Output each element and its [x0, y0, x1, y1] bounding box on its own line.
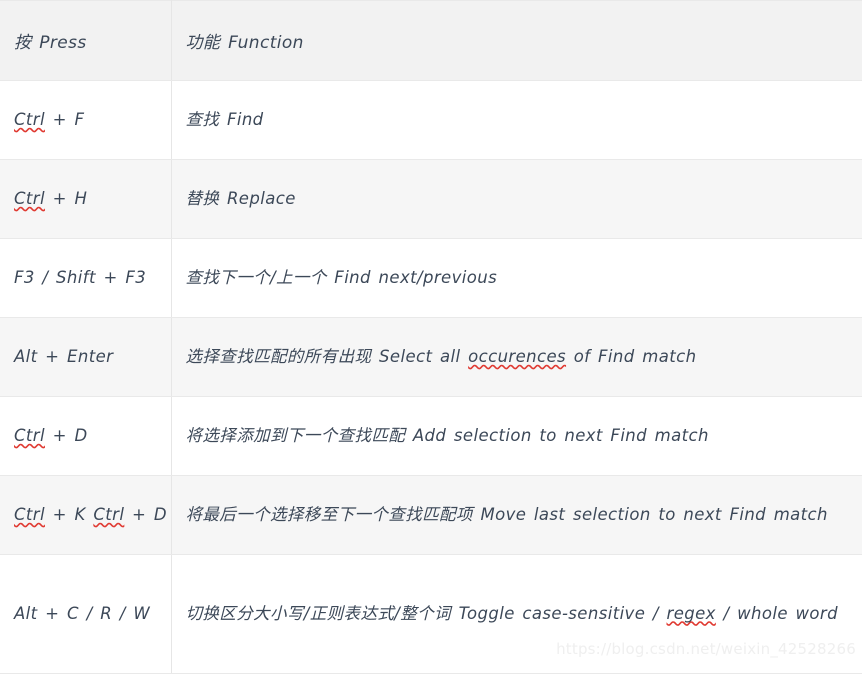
- shortcut-function-cell: 切换区分大小写/正则表达式/整个词 Toggle case-sensitive …: [171, 554, 862, 674]
- misspelled-word: Ctrl: [14, 426, 45, 446]
- shortcut-keys-cell: Ctrl + H: [0, 159, 172, 239]
- shortcut-keys-cell: Ctrl + K Ctrl + D: [0, 475, 172, 555]
- shortcut-key-text-mid: + K: [44, 505, 94, 525]
- column-header-press: 按 Press: [0, 0, 172, 81]
- table-row: Ctrl + F 查找 Find: [0, 80, 862, 160]
- shortcut-function-cell: 将选择添加到下一个查找匹配 Add selection to next Find…: [171, 396, 862, 476]
- shortcut-key-text: Alt + Enter: [14, 347, 114, 367]
- function-text: 替换 Replace: [185, 189, 296, 209]
- shortcut-function-cell: 选择查找匹配的所有出现 Select all occurences of Fin…: [171, 317, 862, 397]
- table-body: Ctrl + F 查找 Find Ctrl + H 替换 Replace F3 …: [0, 80, 862, 674]
- function-text-suffix: / whole word: [715, 603, 838, 623]
- shortcut-keys-cell: Alt + C / R / W: [0, 554, 172, 674]
- table-row: Alt + C / R / W 切换区分大小写/正则表达式/整个词 Toggle…: [0, 554, 862, 674]
- misspelled-word: Ctrl: [14, 189, 45, 209]
- table-row: Ctrl + D 将选择添加到下一个查找匹配 Add selection to …: [0, 396, 862, 476]
- shortcut-function-cell: 替换 Replace: [171, 159, 862, 239]
- function-text: 将选择添加到下一个查找匹配 Add selection to next Find…: [185, 426, 709, 446]
- misspelled-word: Ctrl: [14, 110, 45, 130]
- table-row: Alt + Enter 选择查找匹配的所有出现 Select all occur…: [0, 317, 862, 397]
- table-row: F3 / Shift + F3 查找下一个/上一个 Find next/prev…: [0, 238, 862, 318]
- table-row: Ctrl + H 替换 Replace: [0, 159, 862, 239]
- function-text: 查找 Find: [185, 110, 264, 130]
- shortcut-key-text-suffix: + F: [44, 110, 85, 130]
- function-text-suffix: of Find match: [566, 347, 697, 367]
- function-text: 查找下一个/上一个 Find next/previous: [185, 268, 498, 288]
- shortcut-key-text-suffix: + D: [44, 426, 88, 446]
- shortcut-function-cell: 查找 Find: [171, 80, 862, 160]
- keyboard-shortcuts-table: 按 Press 功能 Function Ctrl + F 查找 Find Ctr…: [0, 0, 862, 674]
- function-text: 将最后一个选择移至下一个查找匹配项 Move last selection to…: [185, 505, 828, 525]
- shortcut-function-cell: 查找下一个/上一个 Find next/previous: [171, 238, 862, 318]
- shortcut-function-cell: 将最后一个选择移至下一个查找匹配项 Move last selection to…: [171, 475, 862, 555]
- shortcut-key-text: Alt + C / R / W: [14, 604, 151, 624]
- misspelled-word: regex: [666, 603, 716, 623]
- shortcut-keys-cell: Ctrl + D: [0, 396, 172, 476]
- shortcut-keys-cell: Ctrl + F: [0, 80, 172, 160]
- function-text: 切换区分大小写/正则表达式/整个词 Toggle case-sensitive …: [185, 603, 667, 623]
- shortcut-key-text: F3 / Shift + F3: [14, 268, 147, 288]
- shortcut-keys-cell: F3 / Shift + F3: [0, 238, 172, 318]
- misspelled-word: occurences: [468, 347, 567, 367]
- column-header-function: 功能 Function: [171, 0, 862, 81]
- table-header-row: 按 Press 功能 Function: [0, 0, 862, 81]
- misspelled-word-second: Ctrl: [93, 505, 125, 525]
- function-text: 选择查找匹配的所有出现 Select all: [185, 347, 469, 367]
- shortcut-key-text-suffix: + H: [44, 189, 88, 209]
- table-row: Ctrl + K Ctrl + D 将最后一个选择移至下一个查找匹配项 Move…: [0, 475, 862, 555]
- shortcut-keys-cell: Alt + Enter: [0, 317, 172, 397]
- shortcut-key-text-suffix: + D: [124, 505, 167, 525]
- misspelled-word: Ctrl: [14, 505, 45, 525]
- table-header: 按 Press 功能 Function: [0, 0, 862, 81]
